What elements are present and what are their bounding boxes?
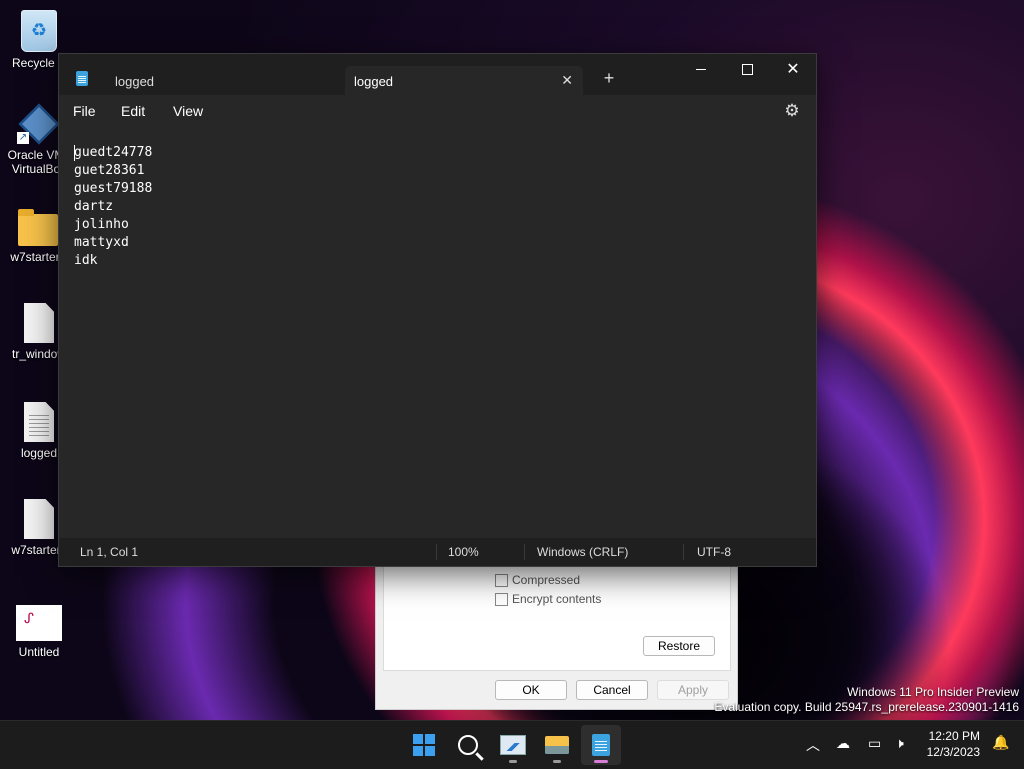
network-icon[interactable]: ▭ [868,735,881,752]
cancel-button[interactable]: Cancel [576,680,648,700]
notepad-icon [592,734,610,756]
file-explorer-icon [545,736,569,754]
menu-bar: File Edit View ⚙ [59,95,816,129]
restore-button[interactable]: Restore [643,636,715,656]
taskbar-task-manager[interactable] [493,725,533,765]
ok-button[interactable]: OK [495,680,567,700]
menu-view[interactable]: View [173,103,203,119]
compressed-option[interactable]: Compressed [495,573,580,587]
compressed-checkbox[interactable] [495,573,508,587]
windows-logo-icon [413,734,435,756]
evaluation-watermark: Windows 11 Pro Insider Preview Evaluatio… [714,685,1019,715]
encoding[interactable]: UTF-8 [697,545,731,559]
desktop-icon-label: Untitled [18,645,60,659]
volume-muted-icon[interactable]: 🕨 [895,735,904,752]
text-editor-area[interactable]: guedt24778 guet28361 guest79188 dartz jo… [74,144,806,534]
file-icon [24,499,54,539]
virtualbox-icon: ↗ [17,103,60,145]
running-indicator [509,760,517,763]
desktop-icon-untitled[interactable]: ᔑ Untitled [3,605,75,659]
compressed-label: Compressed [512,573,581,587]
status-divider [683,544,684,560]
clock-date: 12/3/2023 [926,745,980,759]
cursor-position[interactable]: Ln 1, Col 1 [80,545,138,559]
tab-logged-active[interactable]: logged ✕ [345,66,583,96]
image-thumbnail-icon: ᔑ [16,605,62,641]
maximize-icon [741,63,753,75]
encrypt-checkbox[interactable] [495,592,508,606]
file-icon [24,303,54,343]
close-window-button[interactable]: ✕ [770,54,816,84]
status-divider [524,544,525,560]
notepad-app-icon [76,71,88,86]
settings-gear-icon[interactable]: ⚙ [782,101,802,121]
recycle-bin-icon [21,10,57,52]
show-hidden-icons-chevron-icon[interactable]: ︿ [806,735,820,755]
text-line: guest79188 [74,181,153,196]
text-line: dartz [74,199,114,214]
text-line: guet28361 [74,163,145,178]
search-button[interactable] [448,725,488,765]
start-button[interactable] [404,725,444,765]
properties-dialog: Compressed Encrypt contents Restore OK C… [375,565,738,710]
minimize-icon [696,68,706,70]
search-icon [458,735,478,755]
encrypt-option[interactable]: Encrypt contents [495,592,601,606]
taskbar: ︿ ☁ ▭ 🕨 12:20 PM 12/3/2023 🔔 [0,720,1024,769]
minimize-button[interactable] [678,54,724,84]
text-file-icon [24,402,54,442]
tab-label: logged [115,73,155,89]
watermark-edition: Windows 11 Pro Insider Preview [847,685,1019,699]
zoom-level[interactable]: 100% [448,545,479,559]
title-bar[interactable]: logged logged ✕ + ✕ [59,54,816,96]
new-tab-button[interactable]: + [599,68,619,88]
notepad-window: logged logged ✕ + ✕ File Edit View ⚙ gue… [58,53,817,567]
task-manager-icon [500,735,526,755]
close-tab-icon[interactable]: ✕ [561,72,573,89]
onedrive-offline-icon[interactable]: ☁ [836,735,850,752]
text-line: guedt24778 [74,145,153,160]
status-divider [436,544,437,560]
encrypt-label: Encrypt contents [512,592,602,606]
line-ending[interactable]: Windows (CRLF) [537,545,628,559]
clock[interactable]: 12:20 PM 12/3/2023 [927,728,980,760]
menu-file[interactable]: File [73,103,96,119]
active-indicator [594,760,608,763]
watermark-build: Evaluation copy. Build 25947.rs_prerelea… [714,700,1019,714]
maximize-button[interactable] [724,54,770,84]
text-caret [74,145,75,161]
clock-time: 12:20 PM [928,729,980,743]
taskbar-file-explorer[interactable] [537,725,577,765]
menu-edit[interactable]: Edit [121,103,145,119]
notification-bell-icon[interactable]: 🔔 [992,735,1009,749]
status-bar: Ln 1, Col 1 100% Windows (CRLF) UTF-8 [59,538,816,566]
tab-label: logged [354,73,394,89]
taskbar-notepad[interactable] [581,725,621,765]
tab-logged-inactive[interactable]: logged [99,66,339,96]
running-indicator [553,760,561,763]
desktop-icon-label: Oracle VM VirtualBo [7,148,65,176]
advanced-attributes-panel: Compressed Encrypt contents Restore [383,566,731,671]
folder-icon [18,209,58,246]
text-line: jolinho [74,217,129,232]
text-line: idk [74,253,98,268]
text-line: mattyxd [74,235,129,250]
